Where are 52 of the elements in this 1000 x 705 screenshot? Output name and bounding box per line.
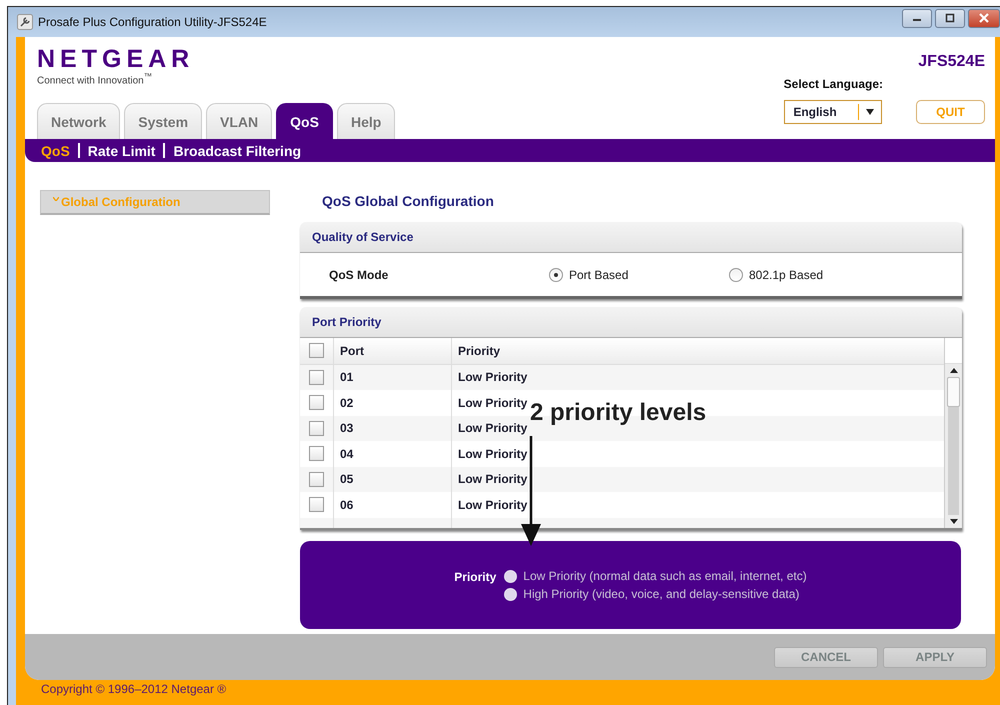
field-label: Priority: [454, 570, 496, 584]
tab[interactable]: QoS: [276, 103, 333, 140]
close-button[interactable]: [968, 8, 1000, 28]
column-header[interactable]: Port: [334, 338, 452, 364]
panel-title: Port Priority: [312, 315, 382, 329]
table-cell: Low Priority: [458, 396, 528, 410]
radio-option[interactable]: 802.1p Based: [729, 268, 909, 282]
checkbox[interactable]: [309, 395, 324, 410]
checkbox[interactable]: [309, 446, 324, 462]
table-cell: Low Priority: [458, 421, 528, 436]
sub-tab[interactable]: QoS: [41, 142, 70, 158]
model-name: JFS524E: [918, 53, 985, 71]
table-cell: Low Priority: [458, 446, 528, 461]
wrench-icon: [17, 14, 33, 30]
checkbox[interactable]: [309, 343, 324, 358]
maximize-icon: [945, 13, 955, 23]
checkbox[interactable]: [309, 472, 324, 487]
tagline: Connect with Innovation$^{™}$: [37, 71, 154, 86]
tab[interactable]: Network: [37, 103, 120, 140]
checkbox[interactable]: [309, 497, 324, 512]
tab[interactable]: System: [124, 103, 202, 140]
maximize-button[interactable]: [935, 8, 965, 28]
close-icon: [979, 13, 989, 23]
radio-option[interactable]: Port Based: [549, 268, 729, 282]
radio-option[interactable]: Low Priority (normal data such as email, internet, etc): [504, 569, 807, 583]
language-dropdown[interactable]: English: [784, 100, 882, 124]
caret-icon: [53, 197, 59, 201]
sub-tab[interactable]: Rate Limit: [88, 142, 156, 158]
language-label: Select Language:: [784, 77, 883, 91]
logo: NETGEAR: [37, 46, 196, 72]
tab[interactable]: VLAN: [206, 103, 272, 140]
scroll-thumb[interactable]: [947, 377, 960, 407]
checkbox[interactable]: [309, 420, 324, 436]
checkbox[interactable]: [309, 370, 324, 385]
scroll-down-icon[interactable]: [950, 519, 958, 524]
scrollbar[interactable]: [944, 338, 962, 528]
table-cell: Low Priority: [458, 472, 528, 486]
table-cell: Low Priority: [458, 498, 528, 512]
caret-icon: [866, 109, 874, 115]
page-title: QoS Global Configuration: [322, 193, 495, 211]
radio-option[interactable]: High Priority (video, voice, and delay-sensitive data): [504, 587, 807, 601]
scroll-up-icon[interactable]: [950, 368, 958, 373]
tab[interactable]: Help: [336, 103, 396, 140]
window-title: Prosafe Plus Configuration Utility-JFS524E: [38, 15, 267, 29]
minimize-button[interactable]: [902, 8, 932, 28]
copyright-text: Copyright © 1996–2012 Netgear ®: [40, 681, 228, 696]
table-cell: Low Priority: [458, 370, 528, 384]
annotation: 2 priority levels: [530, 399, 706, 427]
sub-tab[interactable]: Broadcast Filtering: [173, 142, 302, 158]
column-header[interactable]: Priority: [452, 338, 944, 364]
field-label: QoS Mode: [328, 268, 390, 282]
panel-title: Quality of Service: [312, 230, 414, 244]
